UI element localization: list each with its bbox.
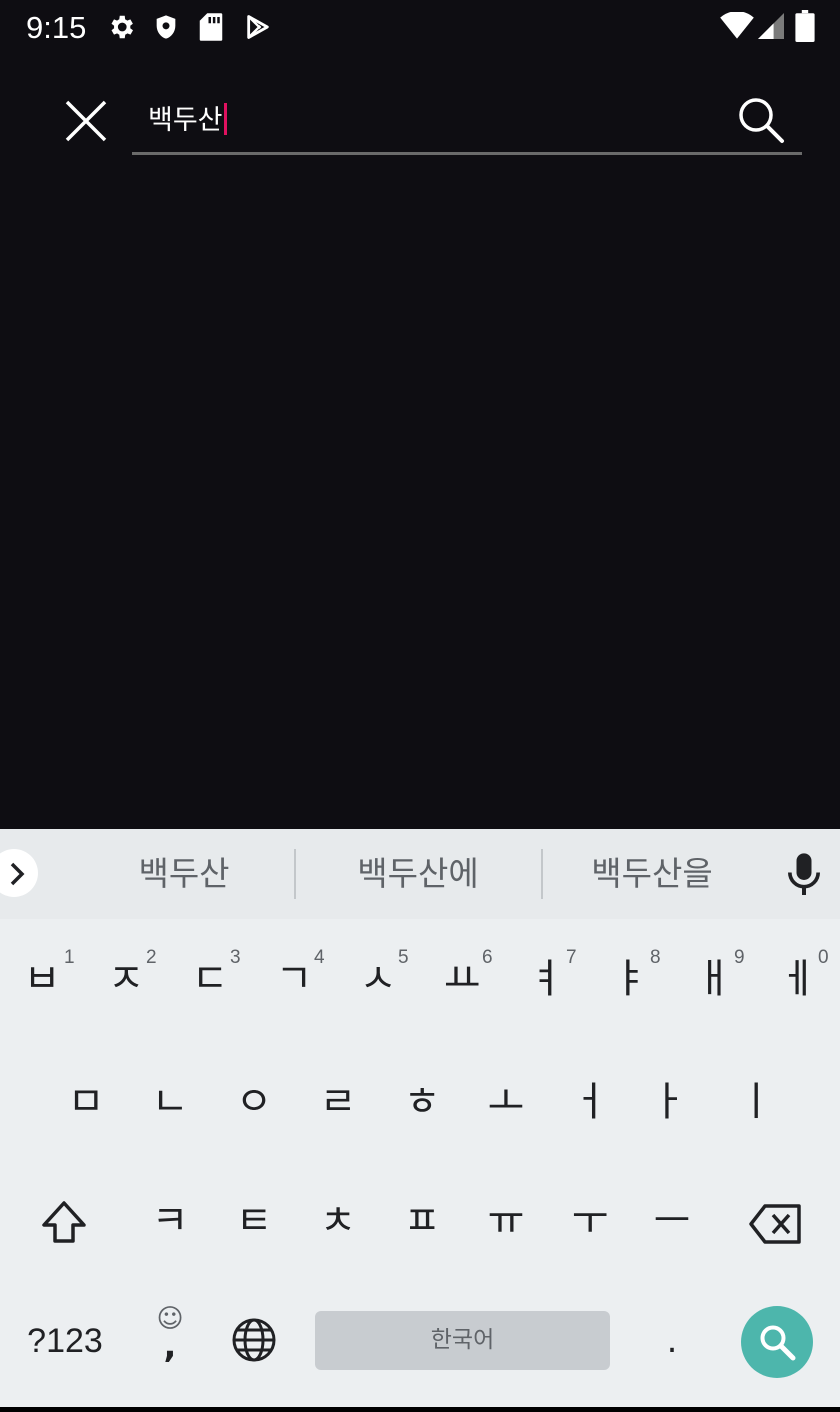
text-caret: [223, 103, 227, 135]
bottom-edge: [0, 1407, 840, 1412]
symbols-key[interactable]: ?123: [22, 1313, 108, 1369]
key-row3-7[interactable]: ㅡ: [630, 1191, 714, 1257]
search-action-key[interactable]: [741, 1306, 813, 1378]
key-label: ㅋ: [151, 1198, 189, 1244]
search-bar: 백두산: [0, 80, 840, 160]
key-label: ㅏ: [649, 1079, 687, 1125]
key-row2-9[interactable]: ㅣ: [714, 1072, 798, 1138]
key-row2-6[interactable]: ㅗ: [464, 1072, 548, 1138]
key-label: ㅇ: [235, 1079, 273, 1125]
key-row3-2[interactable]: ㅌ: [212, 1191, 296, 1257]
sd-card-icon: [198, 12, 224, 46]
battery-icon: [795, 10, 815, 46]
comma-label: ,: [163, 1326, 177, 1366]
shield-icon: [152, 12, 180, 46]
search-icon: [736, 98, 786, 149]
key-row2-5[interactable]: ㅎ: [380, 1072, 464, 1138]
key-row2-3[interactable]: ㅇ: [212, 1072, 296, 1138]
key-label: ㄹ: [319, 1079, 357, 1125]
close-button[interactable]: [62, 97, 110, 145]
search-icon: [757, 1322, 797, 1366]
key-row1-1[interactable]: 1 ㅂ: [0, 947, 84, 1019]
status-time: 9:15: [26, 10, 87, 45]
key-hint: 9: [734, 947, 745, 968]
key-label: ㅊ: [319, 1198, 357, 1244]
key-row1-2[interactable]: 2 ㅈ: [84, 947, 168, 1019]
key-row3-1[interactable]: ㅋ: [128, 1191, 212, 1257]
key-label: ㅁ: [67, 1079, 105, 1125]
soft-keyboard: 백두산 백두산에 백두산을 1 ㅂ 2 ㅈ 3 ㄷ 4 ㄱ 5 ㅅ 6 ㅛ 7 …: [0, 829, 840, 1407]
key-label: ㅗ: [487, 1079, 525, 1125]
backspace-key[interactable]: [734, 1191, 818, 1257]
suggestion-3[interactable]: 백두산을: [552, 849, 752, 899]
suggestion-divider: [294, 849, 296, 899]
key-row1-6[interactable]: 6 ㅛ: [420, 947, 504, 1019]
voice-input-button[interactable]: [784, 851, 824, 899]
key-row2-1[interactable]: ㅁ: [44, 1072, 128, 1138]
wifi-icon: [720, 11, 754, 44]
key-label: ㅍ: [403, 1198, 441, 1244]
search-button[interactable]: [736, 95, 786, 145]
key-hint: 3: [230, 947, 241, 968]
key-label: .: [666, 1321, 678, 1361]
space-key[interactable]: 한국어: [315, 1311, 610, 1370]
comma-key[interactable]: ☺ ,: [128, 1305, 212, 1385]
key-hint: 4: [314, 947, 325, 968]
period-key[interactable]: .: [630, 1311, 714, 1377]
key-label: ㅓ: [571, 1079, 609, 1125]
language-switch-key[interactable]: [212, 1309, 296, 1375]
key-label: ㅎ: [403, 1079, 441, 1125]
key-row1-9[interactable]: 9 ㅐ: [672, 947, 756, 1019]
key-row2-2[interactable]: ㄴ: [128, 1072, 212, 1138]
key-hint: 5: [398, 947, 409, 968]
suggestion-2[interactable]: 백두산에: [318, 849, 518, 899]
key-label: ㅌ: [235, 1198, 273, 1244]
key-row3-5[interactable]: ㅠ: [464, 1191, 548, 1257]
key-row1-4[interactable]: 4 ㄱ: [252, 947, 336, 1019]
search-query-value: 백두산: [148, 105, 223, 136]
close-icon: [62, 100, 110, 149]
search-query-text: 백두산: [148, 98, 227, 137]
key-row3-3[interactable]: ㅊ: [296, 1191, 380, 1257]
backspace-icon: [734, 1191, 818, 1249]
key-row2-8[interactable]: ㅏ: [626, 1072, 710, 1138]
suggestion-divider: [541, 849, 543, 899]
key-hint: 6: [482, 947, 493, 968]
key-label: ㅣ: [737, 1079, 775, 1125]
key-row2-4[interactable]: ㄹ: [296, 1072, 380, 1138]
shift-key[interactable]: [22, 1191, 106, 1257]
signal-icon: [758, 12, 784, 44]
key-row1-5[interactable]: 5 ㅅ: [336, 947, 420, 1019]
globe-icon: [212, 1309, 296, 1367]
microphone-icon: [784, 853, 824, 903]
key-hint: 1: [64, 947, 75, 968]
suggestion-strip: 백두산 백두산에 백두산을: [0, 829, 840, 919]
chevron-right-icon: [8, 861, 26, 891]
key-row3-6[interactable]: ㅜ: [548, 1191, 632, 1257]
key-row1-3[interactable]: 3 ㄷ: [168, 947, 252, 1019]
settings-icon: [106, 12, 136, 46]
key-label: ㅜ: [571, 1198, 609, 1244]
key-row1-7[interactable]: 7 ㅕ: [504, 947, 588, 1019]
suggestion-1[interactable]: 백두산: [84, 849, 284, 899]
expand-toolbar-button[interactable]: [0, 849, 38, 897]
key-hint: 8: [650, 947, 661, 968]
key-row1-8[interactable]: 8 ㅑ: [588, 947, 672, 1019]
play-store-icon: [244, 12, 272, 46]
shift-icon: [22, 1191, 106, 1251]
key-hint: 0: [818, 947, 829, 968]
status-bar: 9:15: [0, 0, 840, 56]
key-label: ㅠ: [487, 1198, 525, 1244]
key-label: ㄴ: [151, 1079, 189, 1125]
key-hint: 7: [566, 947, 577, 968]
key-hint: 2: [146, 947, 157, 968]
key-row2-7[interactable]: ㅓ: [548, 1072, 632, 1138]
key-row3-4[interactable]: ㅍ: [380, 1191, 464, 1257]
key-row1-10[interactable]: 0 ㅔ: [756, 947, 840, 1019]
key-label: ㅡ: [653, 1198, 691, 1244]
search-input[interactable]: 백두산: [132, 80, 802, 155]
